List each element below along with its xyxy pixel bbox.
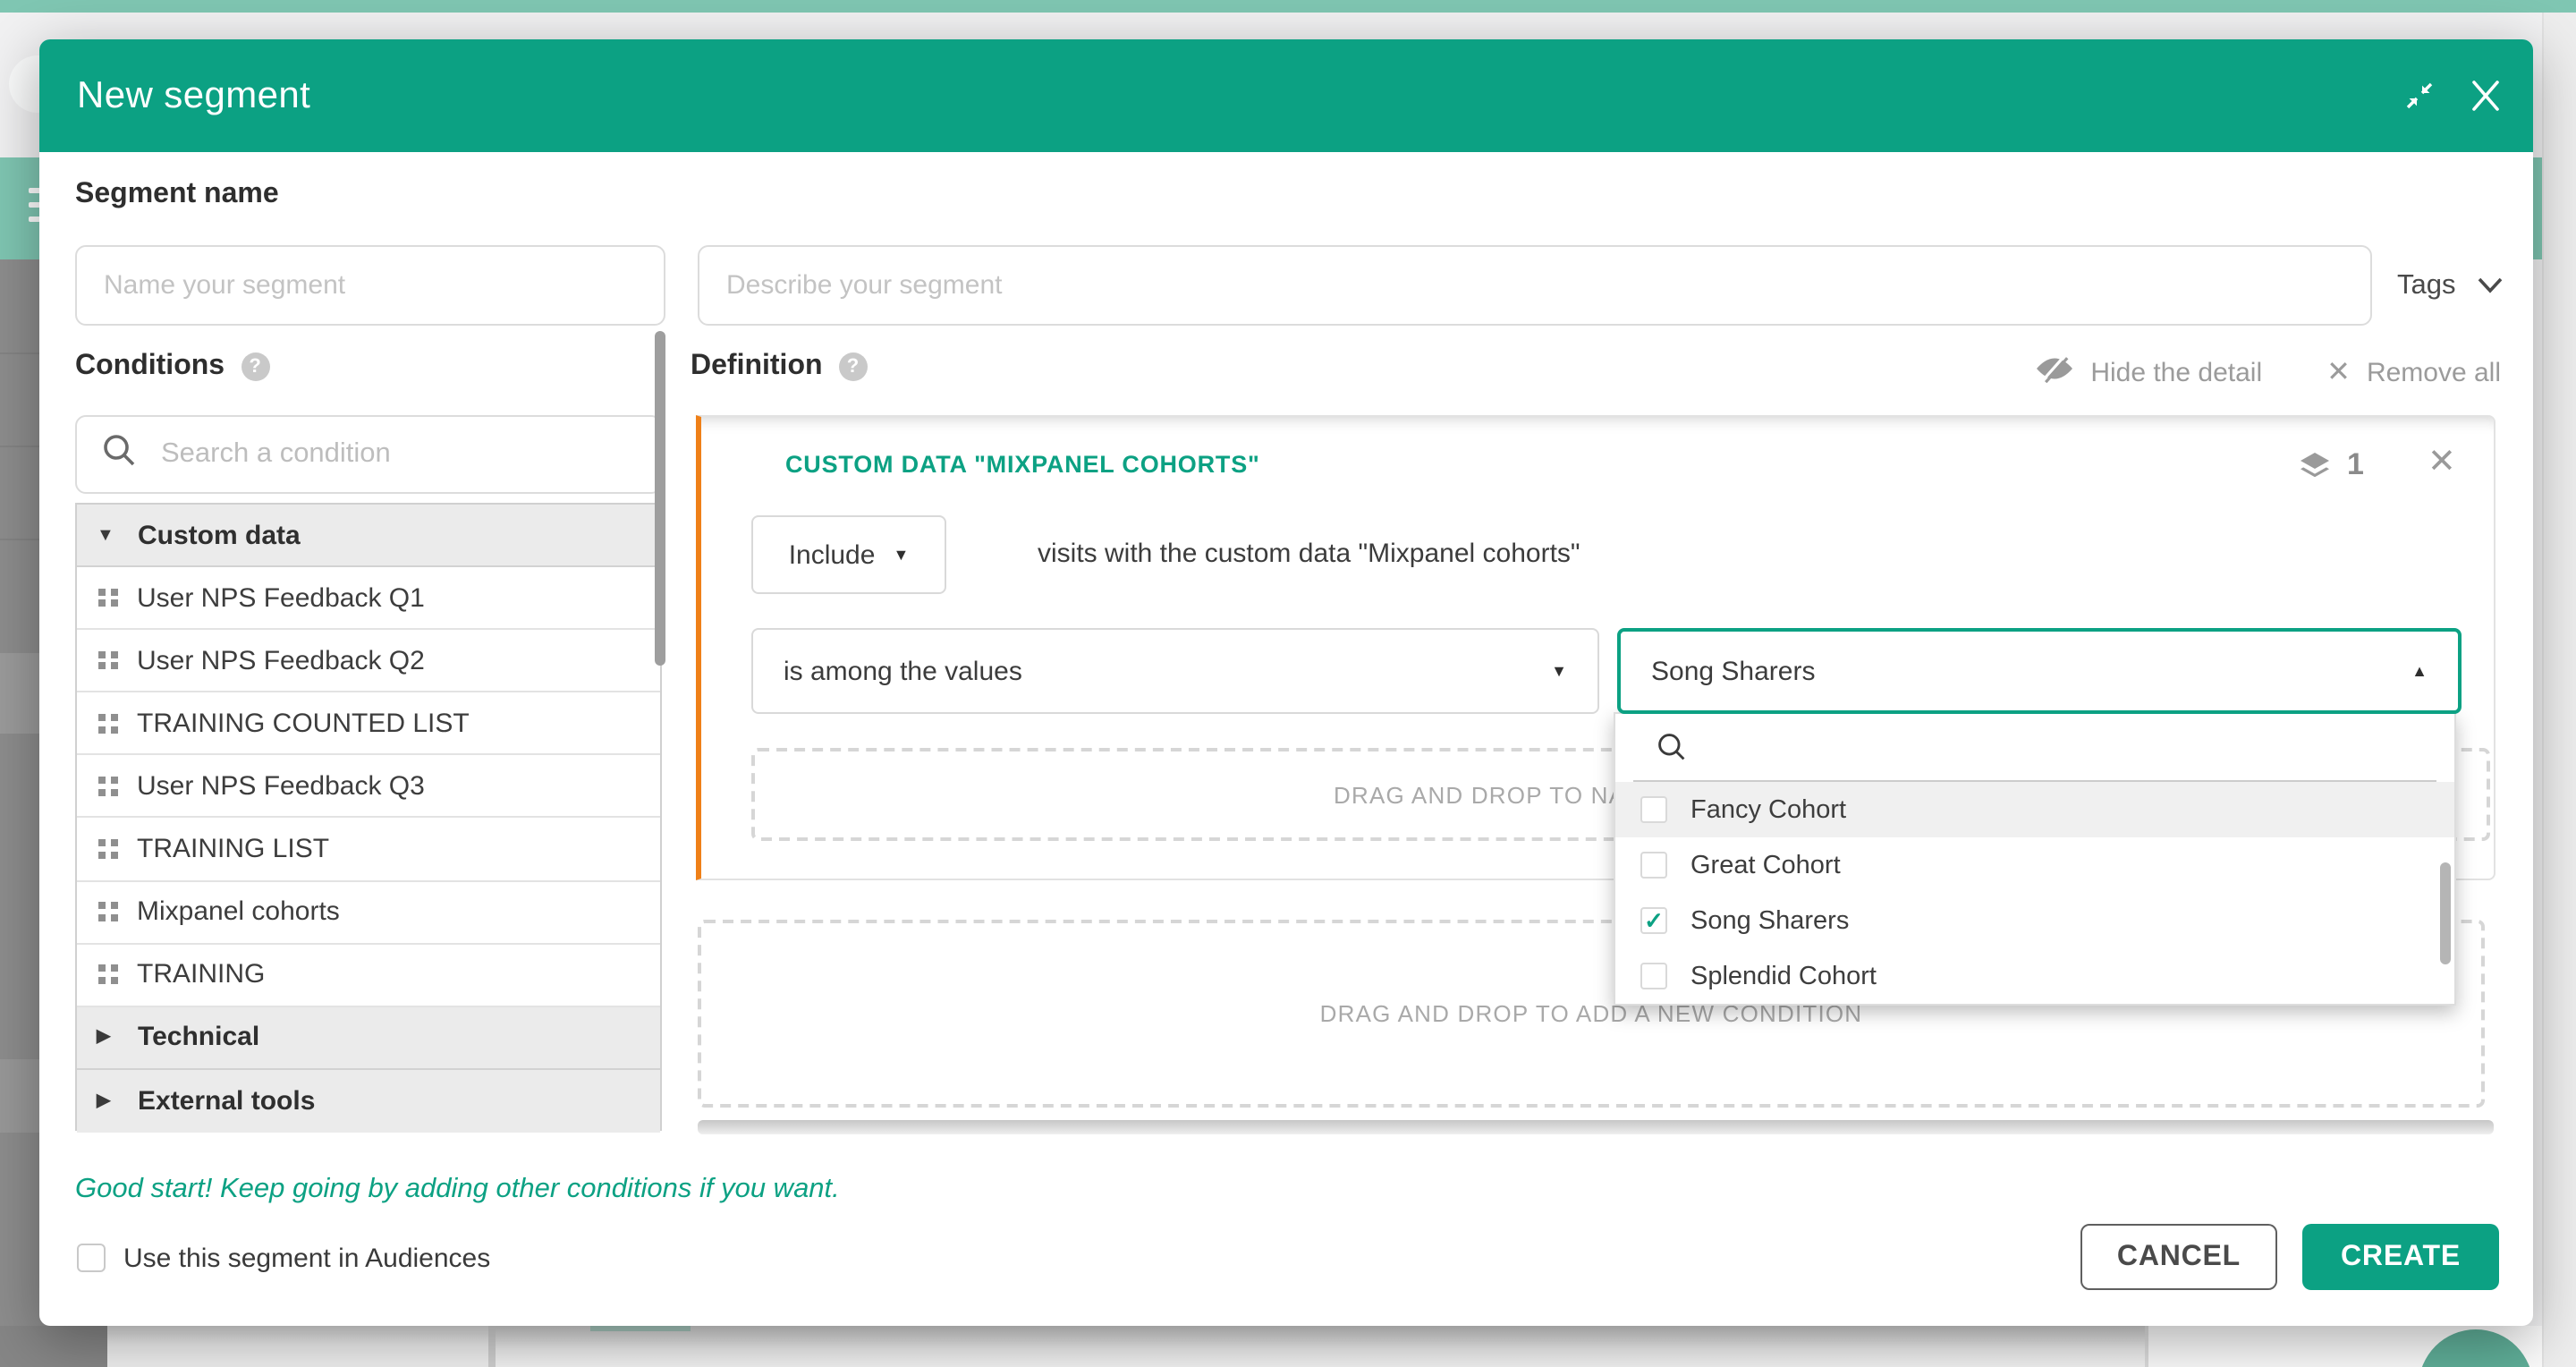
dropdown-option[interactable]: Great Cohort <box>1615 837 2454 893</box>
condition-card-title: CUSTOM DATA "MIXPANEL COHORTS" <box>785 451 1260 478</box>
hide-detail-button[interactable]: Hide the detail <box>2090 357 2262 387</box>
list-item[interactable]: User NPS Feedback Q1 <box>77 567 660 630</box>
chevron-down-icon <box>2478 270 2503 302</box>
segment-description-input[interactable] <box>698 245 2372 326</box>
conditions-label: Conditions ? <box>75 351 269 383</box>
checkbox[interactable] <box>1640 963 1667 989</box>
checkbox[interactable] <box>1640 796 1667 823</box>
encouragement-hint: Good start! Keep going by adding other c… <box>75 1174 840 1206</box>
triangle-down-icon: ▼ <box>893 546 909 564</box>
background-panel <box>496 1326 2145 1367</box>
remove-condition-icon[interactable]: ✕ <box>2428 442 2456 483</box>
value-dropdown[interactable]: Song Sharers ▲ <box>1617 628 2462 714</box>
checkbox[interactable] <box>1640 852 1667 879</box>
triangle-down-icon: ▼ <box>97 525 116 545</box>
create-button[interactable]: CREATE <box>2302 1224 2499 1290</box>
dropdown-search-input[interactable] <box>1633 714 2436 782</box>
background-accent <box>590 1326 691 1331</box>
help-icon[interactable]: ? <box>241 352 269 381</box>
triangle-right-icon: ▶ <box>97 1091 116 1111</box>
condition-list: ▼ Custom data User NPS Feedback Q1 User … <box>75 503 662 1131</box>
section-technical[interactable]: ▶ Technical <box>77 1007 660 1070</box>
section-custom-data[interactable]: ▼ Custom data <box>77 505 660 567</box>
dropdown-option[interactable]: Fancy Cohort <box>1615 782 2454 837</box>
drag-handle-icon[interactable] <box>98 714 117 733</box>
horizontal-scrollbar[interactable] <box>698 1120 2494 1134</box>
drag-handle-icon[interactable] <box>98 651 117 670</box>
tags-label: Tags <box>2397 270 2456 302</box>
list-item[interactable]: TRAINING LIST <box>77 819 660 881</box>
definition-label: Definition ? <box>691 351 868 383</box>
triangle-down-icon: ▼ <box>1551 662 1567 680</box>
layers-icon <box>2297 451 2333 490</box>
audiences-label: Use this segment in Audiences <box>123 1244 490 1274</box>
background-divider <box>488 1326 496 1367</box>
eye-slash-icon[interactable] <box>2033 354 2074 390</box>
scrollbar-thumb[interactable] <box>2440 862 2451 964</box>
close-icon[interactable] <box>2467 77 2504 115</box>
definition-actions: Hide the detail ✕ Remove all <box>2033 354 2501 390</box>
x-icon: ✕ <box>2326 354 2351 390</box>
new-segment-dialog: New segment Segment name Tags Conditions… <box>39 39 2533 1326</box>
search-icon <box>1657 732 1687 762</box>
background-top-strip <box>0 0 2576 13</box>
layer-count: 1 <box>2347 447 2364 483</box>
background-panel <box>107 1326 488 1367</box>
tags-dropdown[interactable]: Tags <box>2397 261 2503 311</box>
cohort-dropdown-panel: Fancy Cohort Great Cohort ✓ Song Sharers… <box>1614 712 2456 1006</box>
drag-handle-icon[interactable] <box>98 840 117 859</box>
section-external-tools[interactable]: ▶ External tools <box>77 1070 660 1133</box>
dropdown-option[interactable]: ✓ Song Sharers <box>1615 893 2454 948</box>
cancel-button[interactable]: CANCEL <box>2080 1224 2277 1290</box>
include-dropdown[interactable]: Include ▼ <box>751 515 946 594</box>
drag-handle-icon[interactable] <box>98 777 117 795</box>
background-sidebar-bottom <box>0 1326 107 1367</box>
segment-name-label: Segment name <box>75 179 279 211</box>
search-placeholder: Search a condition <box>161 438 391 471</box>
search-icon <box>102 433 136 476</box>
checkbox-checked[interactable]: ✓ <box>1640 907 1667 934</box>
condition-sentence: visits with the custom data "Mixpanel co… <box>1038 515 1580 594</box>
condition-search[interactable]: Search a condition <box>75 415 662 494</box>
help-icon[interactable]: ? <box>839 352 868 381</box>
remove-all-button[interactable]: Remove all <box>2367 357 2501 387</box>
background-scroll-strip <box>2542 13 2576 1367</box>
triangle-right-icon: ▶ <box>97 1028 116 1048</box>
list-item[interactable]: User NPS Feedback Q3 <box>77 756 660 819</box>
drag-handle-icon[interactable] <box>98 589 117 607</box>
triangle-up-icon: ▲ <box>2411 662 2428 680</box>
list-item[interactable]: TRAINING COUNTED LIST <box>77 693 660 756</box>
segment-name-input[interactable] <box>75 245 665 326</box>
operator-dropdown[interactable]: is among the values ▼ <box>751 628 1599 714</box>
list-item[interactable]: User NPS Feedback Q2 <box>77 630 660 692</box>
dialog-title: New segment <box>77 39 310 152</box>
dropdown-option[interactable]: Splendid Cohort <box>1615 948 2454 1004</box>
dialog-header <box>39 39 2533 152</box>
audiences-checkbox[interactable] <box>77 1244 106 1272</box>
drag-handle-icon[interactable] <box>98 903 117 921</box>
list-item[interactable]: TRAINING <box>77 944 660 1006</box>
list-item[interactable]: Mixpanel cohorts <box>77 881 660 944</box>
scrollbar-thumb[interactable] <box>655 331 665 666</box>
drag-handle-icon[interactable] <box>98 965 117 984</box>
screen: New segment Segment name Tags Conditions… <box>0 0 2576 1367</box>
collapse-icon[interactable] <box>2401 77 2438 115</box>
